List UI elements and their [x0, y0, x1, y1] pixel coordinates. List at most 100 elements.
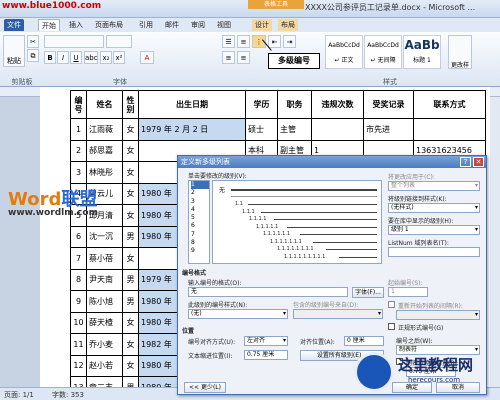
tab-home[interactable]: 开始: [38, 19, 60, 31]
number-style-select[interactable]: (无): [188, 309, 288, 319]
numbering-icon[interactable]: ≡: [237, 35, 250, 48]
table-cell[interactable]: 女: [122, 354, 139, 377]
level-item[interactable]: 9: [191, 247, 209, 255]
table-cell[interactable]: 男: [122, 290, 139, 313]
level-item[interactable]: 6: [191, 222, 209, 230]
table-cell[interactable]: 3: [70, 161, 87, 184]
table-cell[interactable]: 乔小麦: [86, 333, 123, 356]
table-cell[interactable]: 薛天楂: [86, 311, 123, 334]
link-style-select[interactable]: (无样式): [388, 203, 480, 213]
table-cell[interactable]: 11: [70, 333, 87, 356]
table-cell[interactable]: 市先进: [363, 118, 414, 141]
header-cell[interactable]: 学历: [245, 90, 278, 119]
header-cell[interactable]: 违规次数: [311, 90, 364, 119]
bullets-icon[interactable]: ☰: [222, 35, 235, 48]
alignment-select[interactable]: 左对齐: [244, 336, 288, 346]
tab-insert[interactable]: 插入: [66, 19, 86, 31]
underline-icon[interactable]: U: [70, 51, 82, 64]
table-cell[interactable]: [311, 118, 364, 141]
style-normal[interactable]: AaBbCcDd ↵ 正文: [325, 35, 363, 69]
tab-review[interactable]: 审阅: [188, 19, 208, 31]
close-icon[interactable]: ✕: [473, 157, 484, 167]
table-cell[interactable]: 1: [70, 118, 87, 141]
superscript-icon[interactable]: x²: [113, 51, 125, 64]
status-words[interactable]: 字数: 353: [52, 390, 84, 400]
table-cell[interactable]: 男: [122, 268, 139, 291]
table-cell[interactable]: 郝思嘉: [86, 139, 123, 162]
table-cell[interactable]: 沈一沉: [86, 225, 123, 248]
table-cell[interactable]: 女: [122, 139, 139, 162]
level-item[interactable]: 3: [191, 198, 209, 206]
table-cell[interactable]: 陈小旭: [86, 290, 123, 313]
table-cell[interactable]: 男: [122, 225, 139, 248]
subscript-icon[interactable]: x₂: [100, 51, 112, 64]
level-list[interactable]: 123456789: [188, 180, 210, 264]
level-item[interactable]: 2: [191, 189, 209, 197]
table-cell[interactable]: [413, 118, 486, 141]
font-color-icon[interactable]: A: [140, 51, 154, 64]
level-item[interactable]: 4: [191, 206, 209, 214]
table-cell[interactable]: 赵小若: [86, 354, 123, 377]
cut-icon[interactable]: ✂: [27, 35, 39, 48]
font-name-select[interactable]: [44, 35, 104, 48]
tab-references[interactable]: 引用: [136, 19, 156, 31]
indent-input[interactable]: 0.75 厘米: [244, 350, 288, 360]
table-cell[interactable]: 蔡小蓓: [86, 247, 123, 270]
align-center-icon[interactable]: ≡: [237, 51, 250, 64]
font-button[interactable]: 字体(F)...: [352, 287, 384, 298]
table-cell[interactable]: 6: [70, 225, 87, 248]
tab-file[interactable]: 文件: [4, 19, 24, 31]
table-cell[interactable]: 7: [70, 247, 87, 270]
table-cell[interactable]: 女: [122, 333, 139, 356]
paste-button[interactable]: 粘贴: [3, 35, 25, 67]
level-item[interactable]: 8: [191, 239, 209, 247]
table-cell[interactable]: 女: [122, 204, 139, 227]
table-cell[interactable]: 8: [70, 268, 87, 291]
less-button[interactable]: << 更少(L): [184, 382, 226, 393]
table-cell[interactable]: 2: [70, 139, 87, 162]
header-cell[interactable]: 编号: [70, 90, 87, 119]
table-cell[interactable]: 尹天南: [86, 268, 123, 291]
restart-select[interactable]: [396, 310, 480, 320]
start-at-input[interactable]: 1: [388, 287, 428, 297]
table-cell[interactable]: 主管: [277, 118, 312, 141]
table-cell[interactable]: 林晓彤: [86, 161, 123, 184]
level-item[interactable]: 5: [191, 214, 209, 222]
help-icon[interactable]: ?: [460, 157, 471, 167]
copy-icon[interactable]: ⧉: [27, 49, 39, 62]
table-cell[interactable]: 女: [122, 161, 139, 184]
tab-page-layout[interactable]: 页面布局: [92, 19, 126, 31]
tab-mailings[interactable]: 邮件: [162, 19, 182, 31]
apply-to-select[interactable]: 整个列表: [388, 181, 480, 191]
header-cell[interactable]: 职务: [277, 90, 312, 119]
tab-view[interactable]: 视图: [214, 19, 234, 31]
listnum-input[interactable]: [388, 247, 480, 257]
increase-indent-icon[interactable]: ⇥: [283, 35, 296, 48]
level-item[interactable]: 7: [191, 231, 209, 239]
tab-layout[interactable]: 布局: [278, 19, 298, 31]
font-size-select[interactable]: [106, 35, 132, 48]
style-no-spacing[interactable]: AaBbCcDd ↵ 无间隔: [364, 35, 402, 69]
header-cell[interactable]: 姓名: [86, 90, 123, 119]
table-cell[interactable]: 女: [122, 311, 139, 334]
include-level-select[interactable]: [293, 309, 383, 319]
table-cell[interactable]: 江雨薇: [86, 118, 123, 141]
table-cell[interactable]: 女: [122, 247, 139, 270]
italic-icon[interactable]: I: [57, 51, 69, 64]
table-cell[interactable]: 女: [122, 118, 139, 141]
header-cell[interactable]: 联系方式: [413, 90, 486, 119]
table-cell[interactable]: 1979 年 2 月 2 日: [138, 118, 246, 141]
table-cell[interactable]: 女: [122, 182, 139, 205]
strikethrough-icon[interactable]: abc: [84, 51, 98, 64]
align-left-icon[interactable]: ≡: [222, 51, 235, 64]
tab-design[interactable]: 设计: [252, 19, 272, 31]
style-heading1[interactable]: AaBb 标题 1: [403, 35, 441, 69]
table-cell[interactable]: 12: [70, 354, 87, 377]
table-cell[interactable]: 硕士: [245, 118, 278, 141]
table-cell[interactable]: 9: [70, 290, 87, 313]
table-cell[interactable]: 10: [70, 311, 87, 334]
header-cell[interactable]: 受奖记录: [363, 90, 414, 119]
change-styles-button[interactable]: 更改样式: [448, 35, 472, 129]
status-page[interactable]: 页面: 1/1: [4, 390, 34, 400]
number-format-input[interactable]: 无: [188, 287, 348, 297]
